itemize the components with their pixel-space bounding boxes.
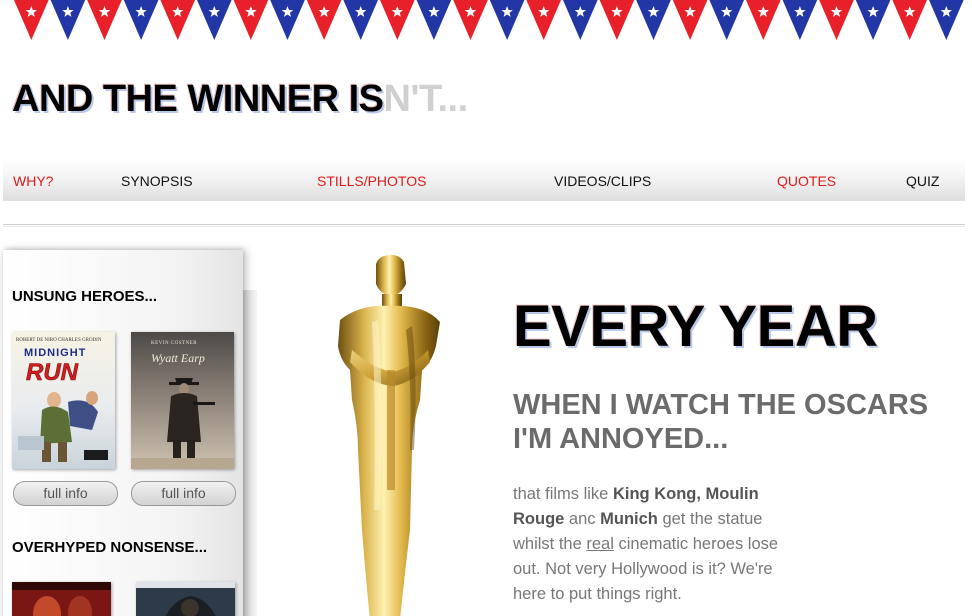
midnight-run-title-top: MIDNIGHT <box>24 347 86 359</box>
movie-cover-wyatt-earp[interactable]: KEVIN COSTNER Wyatt Earp <box>131 332 234 469</box>
bunting-pennant <box>526 0 561 40</box>
divider <box>3 224 965 227</box>
sidebar-edge <box>243 290 257 616</box>
sidebar: UNSUNG HEROES... ROBERT DE NIRO CHARLES … <box>3 250 243 616</box>
king-kong-poster <box>136 582 235 616</box>
bunting-pennant <box>306 0 342 40</box>
bunting-pennant <box>197 0 232 40</box>
bunting-pennant <box>343 0 378 40</box>
bunting-pennant <box>929 0 964 40</box>
bunting-pennant <box>270 0 305 40</box>
bunting-pennant <box>819 0 854 40</box>
midnight-run-poster: ROBERT DE NIRO CHARLES GRODIN MIDNIGHT R… <box>12 332 115 469</box>
bunting-pennant <box>14 0 49 40</box>
hero-subheading: WHEN I WATCH THE OSCARS I'M ANNOYED... <box>513 389 929 455</box>
bunting-pennant <box>233 0 269 40</box>
bunting-pennant <box>782 0 818 40</box>
bunting-pennant <box>709 0 744 40</box>
oscar-statue-image <box>338 254 440 616</box>
midnight-run-credits: ROBERT DE NIRO CHARLES GRODIN <box>16 338 102 343</box>
main-nav: WHY? SYNOPSIS STILLS/PHOTOS VIDEOS/CLIPS… <box>3 160 965 201</box>
page: AND THE WINNER ISN'T... WHY? SYNOPSIS ST… <box>0 0 972 616</box>
bunting-pennant <box>50 0 86 40</box>
nav-synopsis[interactable]: SYNOPSIS <box>121 173 193 189</box>
wyatt-earp-credits: KEVIN COSTNER <box>151 341 197 346</box>
bunting-banner <box>14 0 964 40</box>
wyatt-earp-poster: KEVIN COSTNER Wyatt Earp <box>131 332 234 469</box>
bunting-pennant <box>380 0 415 40</box>
bunting-pennant <box>563 0 598 40</box>
bunting-pennant <box>599 0 635 40</box>
nav-stills-photos[interactable]: STILLS/PHOTOS <box>317 173 426 189</box>
movie-cover-king-kong[interactable] <box>136 582 235 616</box>
midnight-run-title-bottom: RUN <box>26 359 79 386</box>
hero-body-underlined: real <box>586 535 614 553</box>
hero-body-text-1: that films like <box>513 485 613 503</box>
full-info-button-wyatt-earp[interactable]: full info <box>131 481 236 506</box>
bunting-pennant <box>123 0 159 40</box>
bunting-pennant <box>636 0 671 40</box>
unsung-heroes-heading: UNSUNG HEROES... <box>12 288 158 305</box>
movie-cover-moulin-rouge[interactable] <box>12 582 111 616</box>
site-title-main: AND THE WINNER IS <box>12 78 384 120</box>
full-info-button-midnight-run[interactable]: full info <box>13 481 118 506</box>
bunting-pennant <box>160 0 195 40</box>
hero-heading: EVERY YEAR <box>513 294 878 359</box>
movie-cover-midnight-run[interactable]: ROBERT DE NIRO CHARLES GRODIN MIDNIGHT R… <box>12 332 115 469</box>
nav-why[interactable]: WHY? <box>13 173 53 189</box>
bunting-pennant <box>453 0 488 40</box>
bunting-pennant <box>489 0 525 40</box>
nav-quotes[interactable]: QUOTES <box>777 173 836 189</box>
site-title-faded: N'T... <box>383 78 469 120</box>
nav-quiz[interactable]: QUIZ <box>906 173 939 189</box>
bunting-pennant <box>416 0 452 40</box>
bunting-pennant <box>672 0 708 40</box>
hero-body: that films like King Kong, Moulin Rouge … <box>513 482 803 607</box>
hero-body-bold-munich: Munich <box>600 510 658 528</box>
overhyped-nonsense-heading: OVERHYPED NONSENSE... <box>12 539 208 556</box>
wyatt-earp-title: Wyatt Earp <box>151 351 205 365</box>
moulin-rouge-poster <box>12 582 111 616</box>
bunting-pennant <box>87 0 122 40</box>
bunting-pennant <box>855 0 891 40</box>
hero-body-text-2: anc <box>564 510 601 528</box>
bunting-pennant <box>892 0 927 40</box>
nav-videos-clips[interactable]: VIDEOS/CLIPS <box>554 173 651 189</box>
site-title: AND THE WINNER ISN'T... <box>12 78 468 121</box>
bunting-pennant <box>746 0 781 40</box>
